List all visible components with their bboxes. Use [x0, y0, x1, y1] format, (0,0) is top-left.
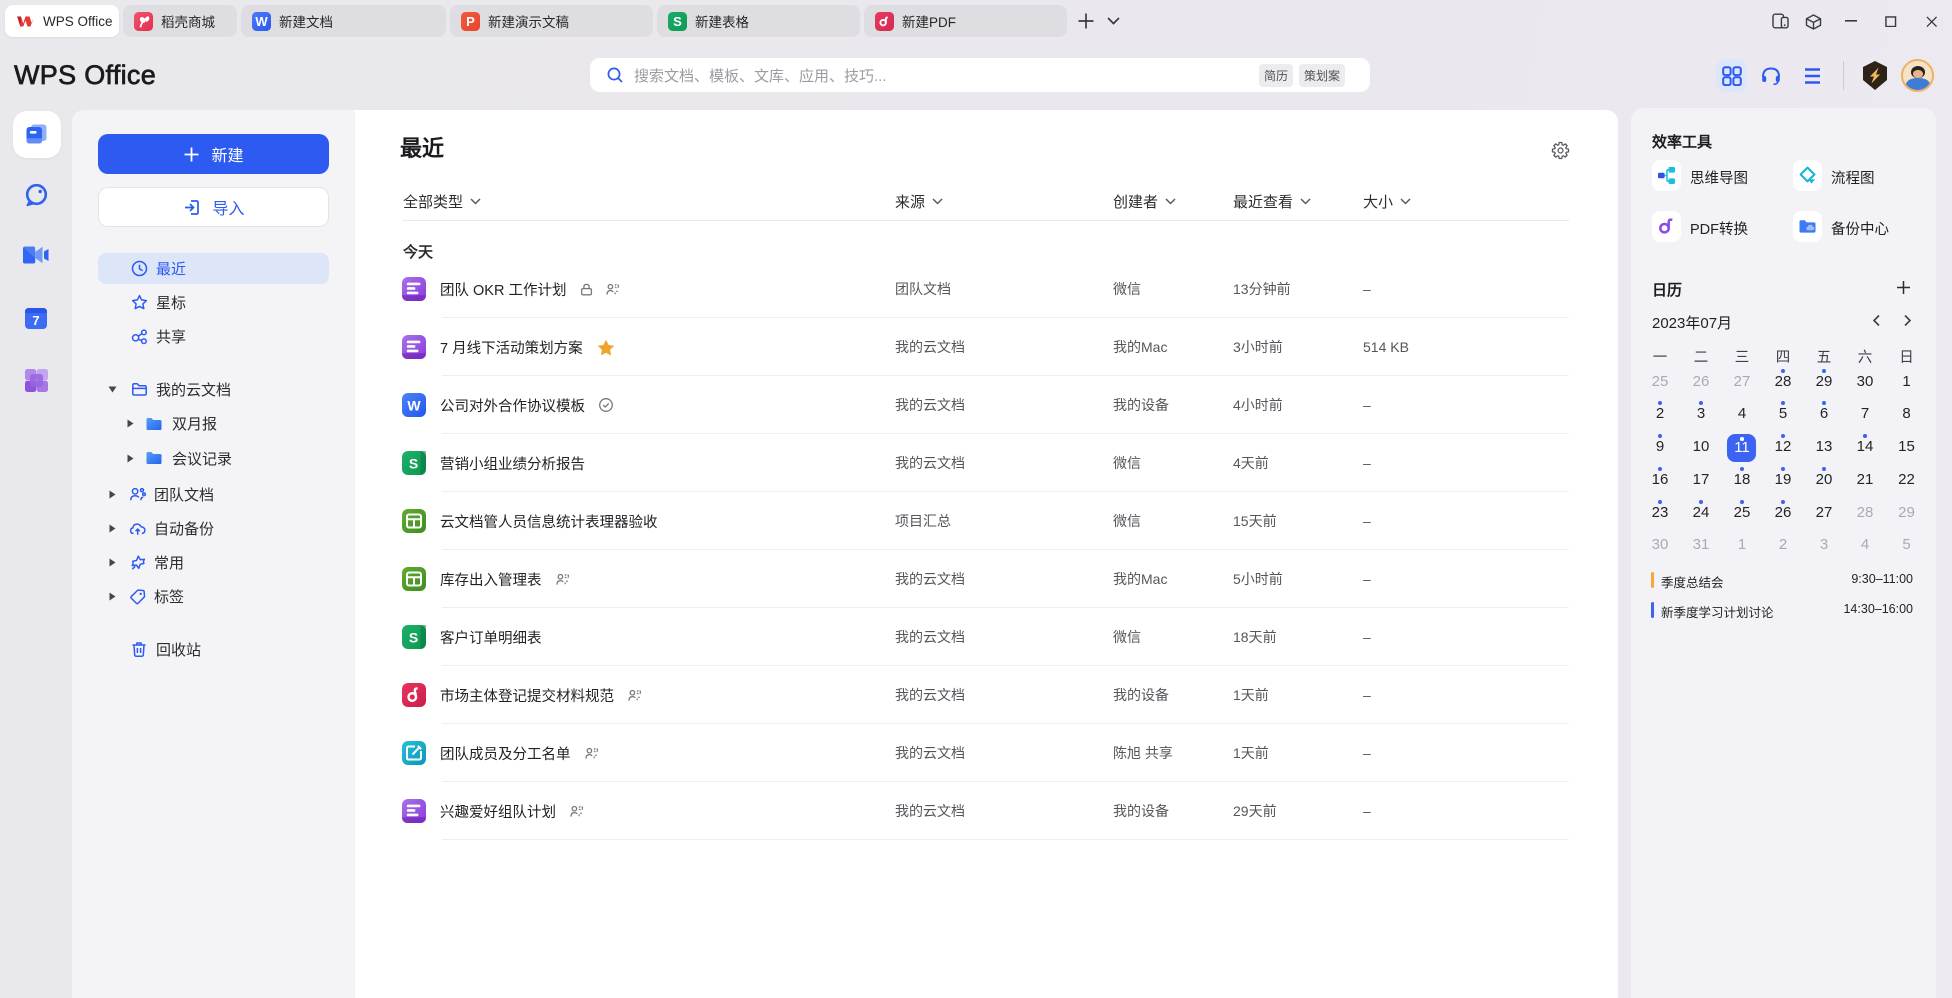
svg-text:7: 7: [32, 313, 39, 328]
